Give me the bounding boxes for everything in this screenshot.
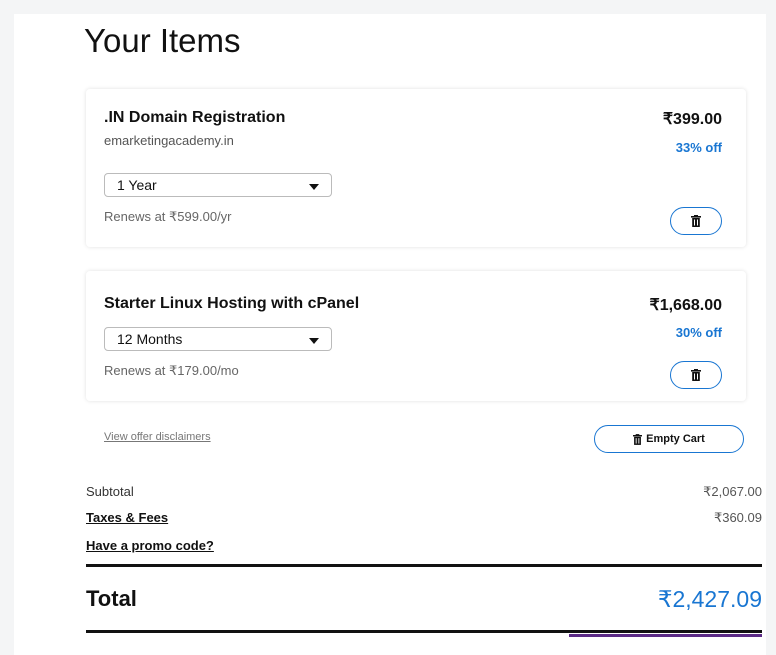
term-select-value: 1 Year <box>117 177 157 193</box>
checkout-bar-edge <box>569 634 762 637</box>
empty-cart-label: Empty Cart <box>646 433 705 445</box>
term-select-value: 12 Months <box>117 331 183 347</box>
item-price: ₹399.00 <box>662 111 722 128</box>
item-discount: 33% off <box>675 140 722 155</box>
term-select[interactable]: 12 Months <box>104 327 332 351</box>
remove-item-button[interactable] <box>670 361 722 389</box>
item-title: Starter Linux Hosting with cPanel <box>104 295 360 312</box>
subtotal-label: Subtotal <box>86 484 134 499</box>
chevron-down-icon <box>309 184 319 190</box>
offer-disclaimers-link[interactable]: View offer disclaimers <box>104 431 211 443</box>
item-domain-name: emarketingacademy.in <box>104 133 234 148</box>
renewal-text: Renews at ₹179.00/mo <box>104 363 239 378</box>
trash-icon <box>691 215 701 227</box>
remove-item-button[interactable] <box>670 207 722 235</box>
divider <box>86 630 762 633</box>
promo-code-link[interactable]: Have a promo code? <box>86 538 214 553</box>
taxes-fees-value: ₹360.09 <box>713 510 762 525</box>
cart-item-hosting: Starter Linux Hosting with cPanel ₹1,668… <box>86 271 746 401</box>
item-price: ₹1,668.00 <box>649 297 722 314</box>
trash-icon <box>633 433 643 445</box>
cart-panel: Your Items .IN Domain Registration emark… <box>14 14 766 655</box>
subtotal-value: ₹2,067.00 <box>703 484 762 499</box>
taxes-fees-link[interactable]: Taxes & Fees <box>86 510 168 525</box>
total-value: ₹2,427.09 <box>657 586 762 612</box>
cart-item-domain: .IN Domain Registration emarketingacadem… <box>86 89 746 247</box>
chevron-down-icon <box>309 338 319 344</box>
page-title: Your Items <box>84 22 241 59</box>
item-discount: 30% off <box>675 325 722 340</box>
divider <box>86 564 762 567</box>
item-title: .IN Domain Registration <box>104 109 286 126</box>
empty-cart-button[interactable]: Empty Cart <box>594 425 744 453</box>
renewal-text: Renews at ₹599.00/yr <box>104 209 232 224</box>
total-label: Total <box>86 586 137 611</box>
term-select[interactable]: 1 Year <box>104 173 332 197</box>
trash-icon <box>691 369 701 381</box>
